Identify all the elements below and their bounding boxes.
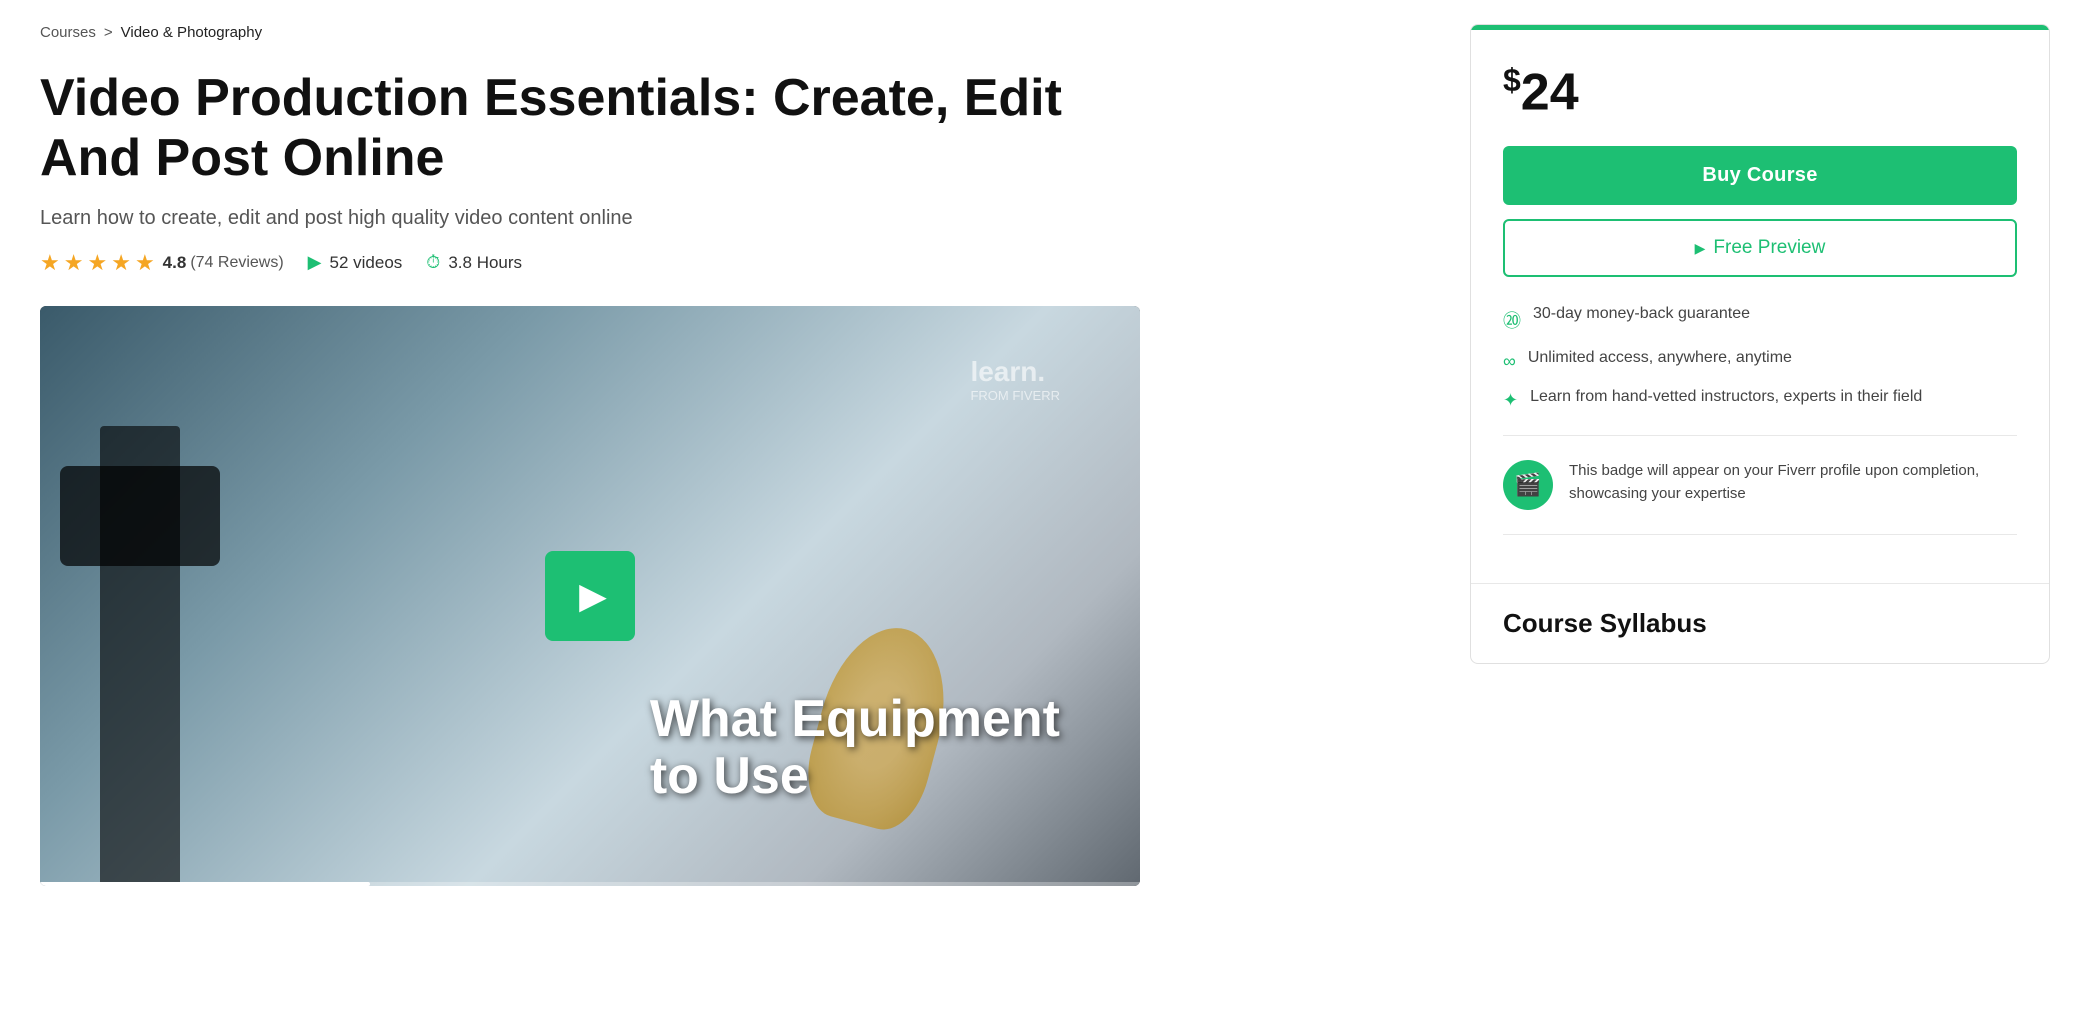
badge-icon: 🎬: [1514, 472, 1541, 498]
course-subtitle: Learn how to create, edit and post high …: [40, 207, 1430, 230]
star-4: ★: [111, 250, 131, 276]
course-meta: ★ ★ ★ ★ ★ 4.8 (74 Reviews) ▶ 52 videos ⏱…: [40, 250, 1430, 276]
videos-count: 52 videos: [330, 253, 403, 273]
breadcrumb: Courses > Video & Photography: [40, 24, 1430, 41]
sidebar: $24 Buy Course ▶ Free Preview ⑳ 30-day m…: [1470, 24, 2050, 664]
price-currency: $: [1503, 62, 1521, 98]
feature-item-guarantee: ⑳ 30-day money-back guarantee: [1503, 305, 2017, 333]
sidebar-card: $24 Buy Course ▶ Free Preview ⑳ 30-day m…: [1470, 24, 2050, 664]
course-title: Video Production Essentials: Create, Edi…: [40, 69, 1090, 189]
preview-button-label: Free Preview: [1713, 237, 1825, 259]
video-thumbnail: learn. FROM FIVERR What Equipment to Use…: [40, 306, 1140, 886]
unlimited-icon: ∞: [1503, 351, 1516, 372]
overlay-line2: to Use: [650, 748, 1060, 805]
star-rating: ★ ★ ★ ★ ★ 4.8 (74 Reviews): [40, 250, 284, 276]
play-button[interactable]: ▶: [545, 551, 635, 641]
clock-icon: ⏱: [426, 252, 440, 273]
instructor-icon: ✦: [1503, 390, 1518, 411]
syllabus-title: Course Syllabus: [1503, 608, 2017, 639]
price-value: 24: [1521, 63, 1579, 121]
watermark-learn: learn.: [970, 356, 1045, 387]
watermark-from-fiverr: FROM FIVERR: [970, 388, 1060, 403]
instructors-text: Learn from hand-vetted instructors, expe…: [1530, 388, 1922, 406]
video-icon: ▶: [308, 252, 322, 273]
star-2: ★: [64, 250, 84, 276]
guarantee-icon: ⑳: [1503, 307, 1521, 333]
syllabus-section: Course Syllabus: [1471, 583, 2049, 663]
breadcrumb-category[interactable]: Video & Photography: [121, 24, 263, 41]
free-preview-button[interactable]: ▶ Free Preview: [1503, 219, 2017, 277]
feature-item-instructors: ✦ Learn from hand-vetted instructors, ex…: [1503, 388, 2017, 411]
badge-text: This badge will appear on your Fiverr pr…: [1569, 460, 2017, 505]
guarantee-text: 30-day money-back guarantee: [1533, 305, 1750, 323]
price-display: $24: [1503, 62, 2017, 122]
video-watermark: learn. FROM FIVERR: [970, 356, 1060, 403]
breadcrumb-courses[interactable]: Courses: [40, 24, 96, 41]
video-progress-fill: [40, 882, 370, 886]
hours-value: 3.8 Hours: [448, 253, 522, 273]
main-content: Courses > Video & Photography Video Prod…: [40, 24, 1430, 886]
reviews-count: (74 Reviews): [190, 254, 283, 272]
feature-item-unlimited: ∞ Unlimited access, anywhere, anytime: [1503, 349, 2017, 372]
buy-course-button[interactable]: Buy Course: [1503, 146, 2017, 205]
star-3: ★: [87, 250, 107, 276]
play-icon: ▶: [579, 575, 607, 617]
page-wrapper: Courses > Video & Photography Video Prod…: [0, 0, 2090, 910]
unlimited-text: Unlimited access, anywhere, anytime: [1528, 349, 1792, 367]
breadcrumb-separator: >: [104, 24, 113, 41]
equipment-decoration: [100, 426, 180, 886]
overlay-line1: What Equipment: [650, 691, 1060, 748]
video-progress-bar: [40, 882, 1140, 886]
preview-play-icon: ▶: [1695, 240, 1706, 257]
badge-icon-wrapper: 🎬: [1503, 460, 1553, 510]
video-overlay-text: What Equipment to Use: [650, 691, 1060, 805]
sidebar-inner: $24 Buy Course ▶ Free Preview ⑳ 30-day m…: [1471, 30, 2049, 583]
videos-meta: ▶ 52 videos: [308, 252, 403, 273]
hours-meta: ⏱ 3.8 Hours: [426, 252, 522, 273]
play-button-container: ▶: [545, 551, 635, 641]
feature-list: ⑳ 30-day money-back guarantee ∞ Unlimite…: [1503, 305, 2017, 436]
star-5: ★: [135, 250, 155, 276]
video-container: learn. FROM FIVERR What Equipment to Use…: [40, 306, 1140, 886]
star-1: ★: [40, 250, 60, 276]
badge-section: 🎬 This badge will appear on your Fiverr …: [1503, 460, 2017, 535]
rating-value: 4.8: [163, 253, 187, 273]
